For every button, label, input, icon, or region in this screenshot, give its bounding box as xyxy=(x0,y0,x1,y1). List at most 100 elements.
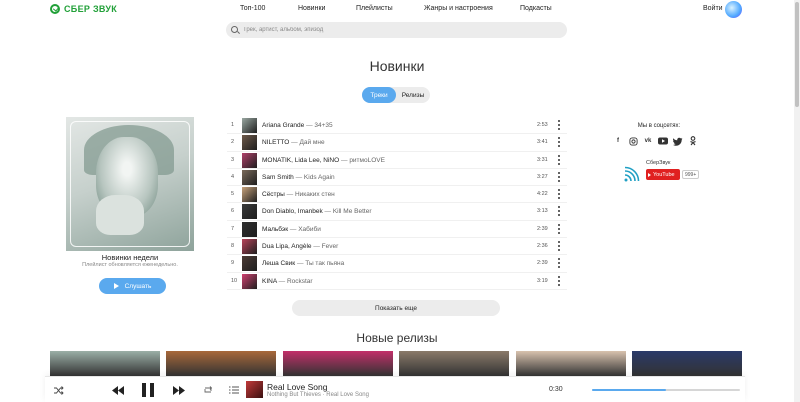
track-title[interactable]: 34+35 xyxy=(314,122,332,129)
shuffle-icon[interactable] xyxy=(53,384,65,396)
track-cover[interactable] xyxy=(242,256,257,272)
track-name[interactable]: Sam Smith — Kids Again xyxy=(262,174,335,181)
playlist-cover[interactable] xyxy=(66,117,194,251)
instagram-icon[interactable] xyxy=(628,136,638,146)
twitter-icon[interactable] xyxy=(673,136,683,146)
nav-genres-moods[interactable]: Жанры и настроения xyxy=(424,5,493,12)
track-row[interactable]: 5 Сёстры — Никаких стен 4:22 xyxy=(227,186,567,204)
track-artist[interactable]: Dua Lipa, Angèle xyxy=(262,243,312,250)
track-artist[interactable]: Ariana Grande xyxy=(262,122,304,129)
nav-podcasts[interactable]: Подкасты xyxy=(520,5,552,12)
more-options-icon[interactable] xyxy=(557,241,560,252)
track-name[interactable]: Dua Lipa, Angèle — Fever xyxy=(262,243,338,250)
track-cover[interactable] xyxy=(242,221,257,237)
vk-icon[interactable]: vk xyxy=(643,136,653,146)
track-row[interactable]: 4 Sam Smith — Kids Again 3:27 xyxy=(227,169,567,187)
track-title[interactable]: Rockstar xyxy=(287,278,313,285)
track-row[interactable]: 2 NILETTO — Дай мне 3:41 xyxy=(227,134,567,152)
track-cover[interactable] xyxy=(242,135,257,151)
track-cover[interactable] xyxy=(242,152,257,168)
login-link[interactable]: Войти xyxy=(703,5,723,12)
more-options-icon[interactable] xyxy=(557,223,560,234)
track-title[interactable]: Ты так пьяна xyxy=(305,260,344,267)
more-options-icon[interactable] xyxy=(557,154,560,165)
track-title[interactable]: Дай мне xyxy=(299,139,324,146)
track-artist[interactable]: NILETTO xyxy=(262,139,289,146)
track-title[interactable]: ритмоLOVE xyxy=(349,157,385,164)
track-name[interactable]: KINA — Rockstar xyxy=(262,278,313,285)
track-row[interactable]: 8 Dua Lipa, Angèle — Fever 2:36 xyxy=(227,238,567,256)
track-cover[interactable] xyxy=(242,187,257,203)
track-title[interactable]: Fever xyxy=(322,243,339,250)
previous-track-icon[interactable] xyxy=(111,384,125,396)
release-cover[interactable] xyxy=(399,351,509,376)
track-title[interactable]: Никаких стен xyxy=(295,191,335,198)
track-name[interactable]: MONATIK, Lida Lee, NiNO — ритмоLOVE xyxy=(262,157,385,164)
track-title[interactable]: Kill Me Better xyxy=(333,208,372,215)
more-options-icon[interactable] xyxy=(557,120,560,130)
youtube-icon[interactable] xyxy=(658,136,668,146)
track-name[interactable]: Сёстры — Никаких стен xyxy=(262,191,335,198)
track-name[interactable]: NILETTO — Дай мне xyxy=(262,139,325,146)
pause-icon[interactable] xyxy=(141,382,155,397)
track-row[interactable]: 1 Ariana Grande — 34+35 2:53 xyxy=(227,117,567,135)
track-artist[interactable]: Don Diablo, Imanbek xyxy=(262,208,323,215)
track-cover[interactable] xyxy=(242,118,257,133)
release-cover[interactable] xyxy=(516,351,626,376)
track-artist[interactable]: Сёстры xyxy=(262,191,285,198)
repeat-icon[interactable] xyxy=(202,384,214,396)
track-artist[interactable]: Sam Smith xyxy=(262,174,294,181)
release-cover[interactable] xyxy=(283,351,393,376)
track-cover[interactable] xyxy=(242,239,257,255)
release-cover[interactable] xyxy=(50,351,160,376)
track-artist[interactable]: Мальбэк xyxy=(262,226,288,233)
more-options-icon[interactable] xyxy=(557,275,560,286)
scrollbar[interactable] xyxy=(794,0,800,402)
more-options-icon[interactable] xyxy=(557,189,560,200)
track-name[interactable]: Мальбэк — Хабиби xyxy=(262,226,321,233)
track-title[interactable]: Хабиби xyxy=(298,226,321,233)
youtube-subscribe-button[interactable]: YouTube xyxy=(646,169,680,180)
track-row[interactable]: 9 Леша Свик — Ты так пьяна 2:39 xyxy=(227,255,567,273)
track-cover[interactable] xyxy=(242,204,257,220)
release-cover[interactable] xyxy=(166,351,276,376)
more-options-icon[interactable] xyxy=(557,171,560,182)
search-bar[interactable] xyxy=(226,22,567,38)
avatar[interactable] xyxy=(725,1,742,18)
track-name[interactable]: Don Diablo, Imanbek — Kill Me Better xyxy=(262,208,371,215)
track-artist[interactable]: Леша Свик xyxy=(262,260,295,267)
show-more-button[interactable]: Показать еще xyxy=(292,300,500,316)
queue-icon[interactable] xyxy=(228,384,240,396)
more-options-icon[interactable] xyxy=(557,258,560,269)
track-title[interactable]: Kids Again xyxy=(304,174,335,181)
track-row[interactable]: 7 Мальбэк — Хабиби 2:39 xyxy=(227,221,567,239)
next-track-icon[interactable] xyxy=(172,384,186,396)
player-track-title[interactable]: Real Love Song xyxy=(267,382,328,392)
player-track-artist[interactable]: Nothing But Thieves · Real Love Song xyxy=(267,392,369,398)
logo[interactable]: СБЕР ЗВУК xyxy=(50,4,117,14)
listen-button[interactable]: Слушать xyxy=(99,278,166,294)
track-artist[interactable]: MONATIK, Lida Lee, NiNO xyxy=(262,157,339,164)
odnoklassniki-icon[interactable] xyxy=(688,136,698,146)
nav-top-100[interactable]: Топ-100 xyxy=(240,5,265,12)
tab-tracks[interactable]: Треки xyxy=(362,87,396,103)
more-options-icon[interactable] xyxy=(557,206,560,217)
track-row[interactable]: 6 Don Diablo, Imanbek — Kill Me Better 3:1… xyxy=(227,203,567,221)
nav-playlists[interactable]: Плейлисты xyxy=(356,5,393,12)
volume-slider[interactable] xyxy=(592,389,740,391)
track-name[interactable]: Ariana Grande — 34+35 xyxy=(262,122,333,129)
track-row[interactable]: 3 MONATIK, Lida Lee, NiNO — ритмоLOVE 3:31 xyxy=(227,152,567,169)
scrollbar-thumb[interactable] xyxy=(795,2,799,107)
track-row[interactable]: 10 KINA — Rockstar 3:19 xyxy=(227,273,567,290)
nav-new[interactable]: Новинки xyxy=(298,5,325,12)
track-artist[interactable]: KINA xyxy=(262,278,277,285)
player-cover[interactable] xyxy=(246,381,263,398)
search-input[interactable] xyxy=(243,24,543,36)
more-options-icon[interactable] xyxy=(557,137,560,148)
release-cover[interactable] xyxy=(632,351,742,376)
track-name[interactable]: Леша Свик — Ты так пьяна xyxy=(262,260,344,267)
track-cover[interactable] xyxy=(242,273,257,289)
track-cover[interactable] xyxy=(242,169,257,185)
facebook-icon[interactable]: f xyxy=(613,136,623,146)
tab-releases[interactable]: Релизы xyxy=(396,87,430,103)
